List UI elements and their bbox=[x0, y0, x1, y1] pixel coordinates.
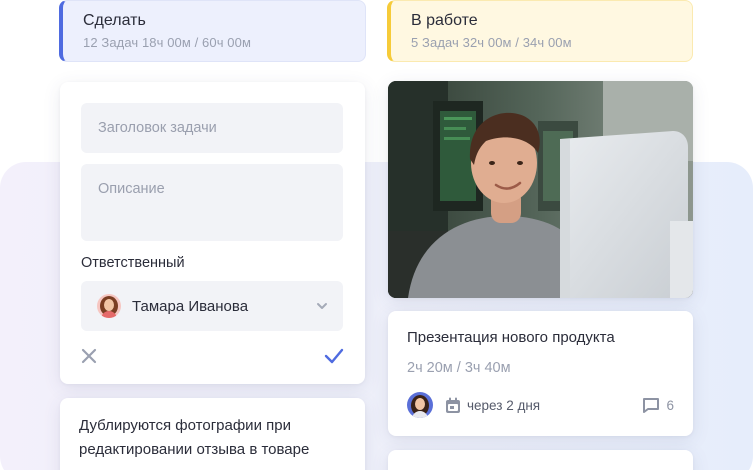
task-card[interactable]: Дублируются фотографии при редактировани… bbox=[60, 398, 365, 470]
assignee-name: Тамара Иванова bbox=[132, 297, 249, 315]
task-card[interactable] bbox=[388, 450, 693, 470]
assignee-label: Ответственный bbox=[81, 255, 185, 271]
task-time-tracked: 2ч 20м / 3ч 40м bbox=[407, 360, 511, 376]
person-at-computer-photo bbox=[388, 81, 693, 298]
avatar[interactable] bbox=[407, 392, 433, 418]
task-cover-image bbox=[388, 81, 693, 298]
task-title-placeholder: Заголовок задачи bbox=[98, 120, 217, 136]
column-stats: 5 Задач 32ч 00м / 34ч 00м bbox=[411, 35, 572, 50]
avatar bbox=[97, 294, 121, 318]
task-card[interactable]: Презентация нового продукта 2ч 20м / 3ч … bbox=[388, 311, 693, 436]
comment-count: 6 bbox=[666, 397, 674, 413]
column-stats: 12 Задач 18ч 00м / 60ч 00м bbox=[83, 35, 251, 50]
task-description-input[interactable]: Описание bbox=[81, 164, 343, 241]
close-icon[interactable] bbox=[79, 346, 99, 366]
task-footer: через 2 дня 6 bbox=[407, 392, 674, 418]
task-description-placeholder: Описание bbox=[98, 181, 165, 197]
column-title: В работе bbox=[411, 12, 478, 29]
assignee-select[interactable]: Тамара Иванова bbox=[81, 281, 343, 331]
new-task-form: Заголовок задачи Описание Ответственный … bbox=[60, 82, 365, 384]
task-title: Дублируются фотографии при редактировани… bbox=[79, 417, 310, 458]
due-date: через 2 дня bbox=[467, 397, 541, 413]
column-header-todo[interactable]: Сделать 12 Задач 18ч 00м / 60ч 00м bbox=[59, 0, 366, 62]
task-title-input[interactable]: Заголовок задачи bbox=[81, 103, 343, 153]
chevron-down-icon[interactable] bbox=[315, 299, 329, 313]
comments-count[interactable]: 6 bbox=[642, 397, 674, 413]
column-title: Сделать bbox=[83, 12, 146, 29]
task-title: Презентация нового продукта bbox=[407, 329, 615, 346]
check-icon[interactable] bbox=[323, 346, 345, 366]
comment-icon bbox=[643, 398, 660, 413]
calendar-icon bbox=[446, 397, 460, 413]
column-header-in-progress[interactable]: В работе 5 Задач 32ч 00м / 34ч 00м bbox=[387, 0, 693, 62]
